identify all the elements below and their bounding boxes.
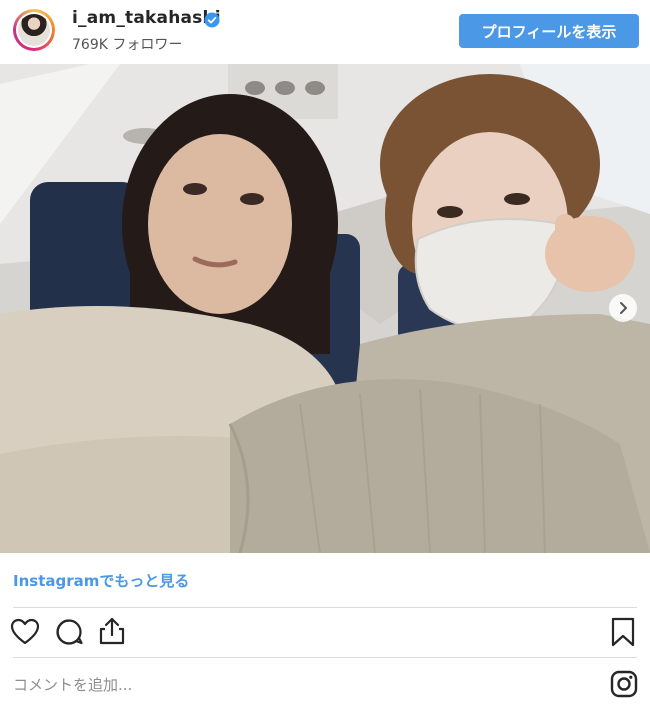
verified-badge-icon [204,12,220,28]
view-more-on-instagram-link[interactable]: Instagramでもっと見る [13,570,189,591]
share-icon[interactable] [97,616,127,646]
username[interactable]: i_am_takahashi [72,8,221,28]
avatar[interactable] [13,9,55,51]
post-photo[interactable] [0,64,650,553]
divider [13,657,637,658]
chevron-right-icon [620,302,627,314]
view-profile-button[interactable]: プロフィールを表示 [459,14,639,48]
comment-icon[interactable] [55,618,85,646]
instagram-logo-icon[interactable] [610,670,638,698]
photo-illustration [0,64,650,553]
follower-count: 769K フォロワー [72,37,183,53]
comment-input[interactable] [13,672,573,698]
post-header: i_am_takahashi 769K フォロワー プロフィールを表示 [0,0,650,64]
divider [13,607,637,608]
bookmark-icon[interactable] [610,617,636,647]
next-photo-button[interactable] [609,294,637,322]
heart-icon[interactable] [10,618,40,646]
avatar-photo [18,14,50,46]
